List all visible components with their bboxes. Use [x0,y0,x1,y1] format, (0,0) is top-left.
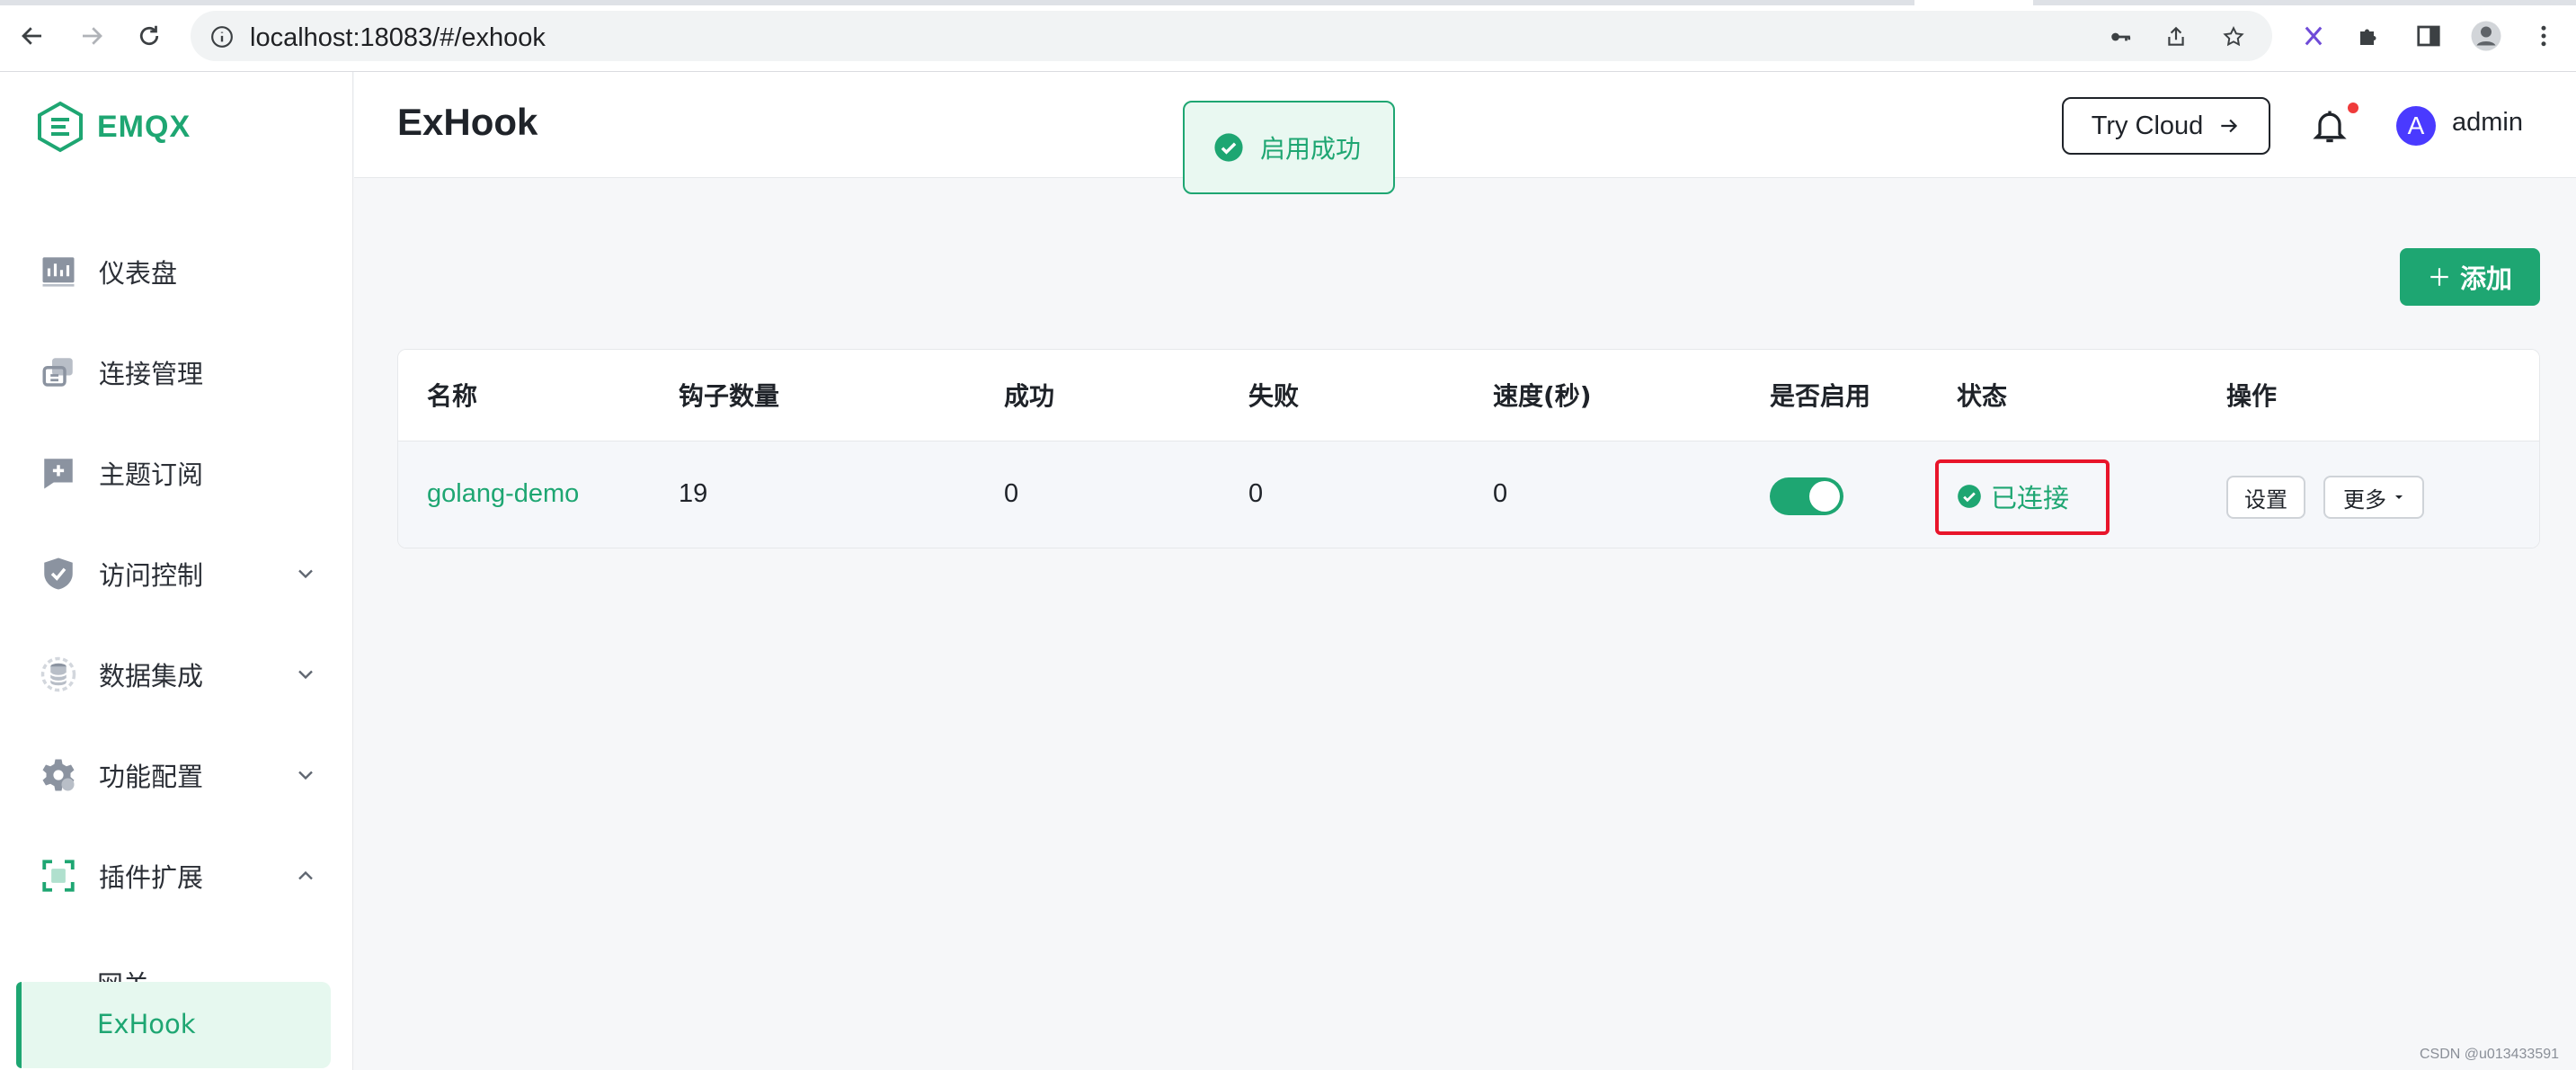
back-button[interactable] [13,16,52,56]
arrow-right-icon [83,27,102,45]
reload-icon [139,25,159,46]
sidebar-item-dashboard[interactable]: 仪表盘 [0,236,353,308]
browser-toolbar: localhost:18083/#/exhook [0,0,2576,72]
dashboard-icon [42,257,75,287]
column-header-status: 状态 [1957,381,2008,411]
sidebar: EMQX 仪表盘 连接管理 主题订阅 访问控制 数据集成 功能配置 插件扩展 网… [0,72,353,1070]
column-header-actions: 操作 [2226,381,2278,411]
exhook-name-link[interactable]: golang-demo [427,479,579,509]
shield-icon [44,557,73,590]
star-icon[interactable] [2222,25,2245,49]
success-toast: 启用成功 [1183,101,1395,194]
tab-strip [0,0,1914,5]
share-icon[interactable] [2164,25,2188,49]
page-title: ExHook [397,101,538,143]
column-header-enabled: 是否启用 [1770,381,1871,411]
emqx-logo-icon [38,101,83,153]
sidebar-item-label: 数据集成 [99,661,204,691]
table-row: golang-demo 19 0 0 0 已连接 设置 更多 [398,441,2539,548]
subscription-icon [44,459,73,489]
forward-button[interactable] [72,16,111,56]
sidebar-item-label: 仪表盘 [99,258,178,289]
table-header: 名称 钩子数量 成功 失败 速度(秒) 是否启用 状态 操作 [398,350,2539,441]
tab-strip-right [2033,0,2576,5]
sidebar-item-data-integration[interactable]: 数据集成 [0,638,353,710]
status-text: 已连接 [1991,483,2070,513]
toast-message: 启用成功 [1260,134,1362,164]
settings-button-label: 设置 [2244,486,2287,513]
address-bar[interactable]: localhost:18083/#/exhook [191,11,2272,61]
reload-button[interactable] [129,16,169,56]
sidebar-item-label: 插件扩展 [99,862,204,893]
more-button-label: 更多 [2343,486,2386,513]
profile-icon[interactable] [2470,20,2502,52]
chevron-down-icon[interactable] [293,561,318,586]
add-button[interactable]: 添加 [2400,248,2540,306]
side-panel-icon[interactable] [2412,20,2445,52]
hooks-count: 19 [679,479,708,508]
user-name[interactable]: admin [2452,108,2523,138]
sidebar-subitem-exhook[interactable]: ExHook [16,982,331,1068]
rate-value: 0 [1493,479,1508,508]
failed-count: 0 [1248,479,1264,508]
exhook-table: 名称 钩子数量 成功 失败 速度(秒) 是否启用 状态 操作 golang-de… [397,349,2540,548]
info-icon[interactable] [210,25,234,49]
check-circle-icon [1958,485,1981,508]
try-cloud-label: Try Cloud [2091,111,2204,140]
logo[interactable]: EMQX [36,101,191,153]
connections-icon [42,358,73,387]
logo-text: EMQX [97,109,191,144]
sidebar-subitem-label: ExHook [97,1009,196,1039]
sidebar-item-configuration[interactable]: 功能配置 [0,739,353,811]
check-circle-icon [1214,133,1243,162]
notification-badge [2348,103,2358,113]
arrow-left-icon [22,27,41,45]
chevron-up-icon[interactable] [293,863,318,888]
watermark: CSDN @u013433591 [2420,1047,2560,1062]
bell-icon[interactable] [2310,106,2349,146]
key-icon[interactable] [2109,25,2132,49]
sidebar-item-connections[interactable]: 连接管理 [0,336,353,408]
chevron-down-icon[interactable] [293,662,318,687]
extension-x-icon[interactable] [2297,20,2330,52]
column-header-name: 名称 [427,381,478,411]
page-header: ExHook Try Cloud A admin [354,72,2576,178]
sidebar-item-label: 访问控制 [99,560,204,591]
sidebar-item-access-control[interactable]: 访问控制 [0,538,353,610]
plus-icon [2430,268,2448,286]
database-icon [40,656,76,692]
puzzle-icon[interactable] [2353,20,2385,52]
add-button-label: 添加 [2459,263,2512,294]
column-header-success: 成功 [1004,381,1055,411]
column-header-failed: 失败 [1248,381,1300,411]
sidebar-item-extensions[interactable]: 插件扩展 [0,840,353,912]
sidebar-item-subscriptions[interactable]: 主题订阅 [0,437,353,509]
settings-button[interactable]: 设置 [2226,476,2305,519]
avatar[interactable]: A [2396,106,2436,146]
sidebar-item-label: 主题订阅 [99,459,204,490]
arrow-right-icon [2221,119,2238,133]
column-header-hooks: 钩子数量 [679,381,780,411]
gear-icon [42,759,75,791]
kebab-menu-icon[interactable] [2527,20,2560,52]
extension-icon [42,860,75,892]
sidebar-item-label: 功能配置 [99,762,204,792]
caret-down-icon [2395,495,2403,499]
try-cloud-button[interactable]: Try Cloud [2062,97,2270,155]
sidebar-item-label: 连接管理 [99,359,204,389]
enable-toggle[interactable] [1770,477,1843,515]
more-dropdown-button[interactable]: 更多 [2323,476,2424,519]
status-badge: 已连接 [1957,477,2069,515]
toggle-knob [1809,481,1840,512]
success-count: 0 [1004,479,1019,508]
chevron-down-icon[interactable] [293,762,318,788]
column-header-rate: 速度(秒) [1493,381,1592,411]
url-text[interactable]: localhost:18083/#/exhook [250,23,546,53]
